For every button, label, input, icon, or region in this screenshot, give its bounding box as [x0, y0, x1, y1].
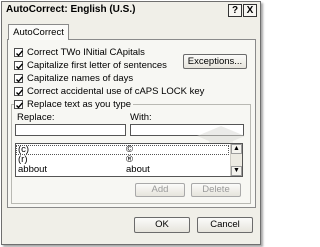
replace-input[interactable]	[15, 124, 126, 136]
checkmark-icon	[16, 88, 24, 96]
option-correct-caps-lock[interactable]: Correct accidental use of cAPS LOCK key	[14, 85, 204, 97]
option-label: Correct TWo INitial CApitals	[27, 46, 145, 58]
option-capitalize-first-letter[interactable]: Capitalize first letter of sentences	[14, 59, 167, 71]
close-button[interactable]: X	[243, 4, 257, 17]
checkmark-icon	[16, 75, 24, 83]
checkbox[interactable]	[14, 86, 24, 96]
checkmark-icon	[16, 101, 24, 109]
list-item[interactable]: abbout about	[16, 164, 229, 175]
exceptions-button[interactable]: Exceptions...	[183, 54, 247, 69]
list-item[interactable]: (r) ®	[16, 154, 229, 165]
checkmark-icon	[16, 62, 24, 70]
entry-with: about	[126, 164, 150, 175]
list-scrollbar[interactable]: ▲ ▼	[230, 144, 242, 176]
ok-button[interactable]: OK	[134, 217, 190, 233]
window-title: AutoCorrect: English (U.S.)	[6, 4, 136, 15]
tab-autocorrect[interactable]: AutoCorrect	[8, 24, 69, 40]
list-item[interactable]: (c) ©	[16, 144, 229, 155]
replace-label: Replace:	[17, 112, 55, 123]
option-label: Correct accidental use of cAPS LOCK key	[27, 85, 205, 97]
entry-replace: abbout	[18, 164, 48, 175]
autocorrect-panel: Correct TWo INitial CApitals Capitalize …	[7, 39, 256, 208]
scroll-down-arrow-icon[interactable]: ▼	[231, 166, 242, 176]
option-label: Capitalize names of days	[27, 72, 134, 84]
help-button[interactable]: ?	[228, 4, 242, 17]
autocorrect-dialog: AutoCorrect: English (U.S.) ? X AutoCorr…	[1, 1, 261, 245]
title-bar[interactable]: AutoCorrect: English (U.S.) ? X	[2, 2, 260, 18]
add-button[interactable]: Add	[135, 183, 185, 197]
checkbox[interactable]	[14, 60, 24, 70]
delete-button[interactable]: Delete	[191, 183, 241, 197]
option-replace-text[interactable]: Replace text as you type	[14, 98, 134, 110]
checkbox[interactable]	[14, 73, 24, 83]
option-label: Replace text as you type	[27, 98, 132, 110]
checkbox[interactable]	[14, 99, 24, 109]
scroll-up-arrow-icon[interactable]: ▲	[231, 144, 242, 154]
option-correct-two-initial-capitals[interactable]: Correct TWo INitial CApitals	[14, 46, 145, 58]
option-label: Capitalize first letter of sentences	[27, 59, 167, 71]
cancel-button[interactable]: Cancel	[197, 217, 253, 233]
checkmark-icon	[16, 49, 24, 57]
checkbox[interactable]	[14, 47, 24, 57]
option-capitalize-names-of-days[interactable]: Capitalize names of days	[14, 72, 133, 84]
autocorrect-entries-list[interactable]: (c) © (r) ® abbout about ▲ ▼	[15, 143, 243, 177]
with-label: With:	[130, 112, 152, 123]
